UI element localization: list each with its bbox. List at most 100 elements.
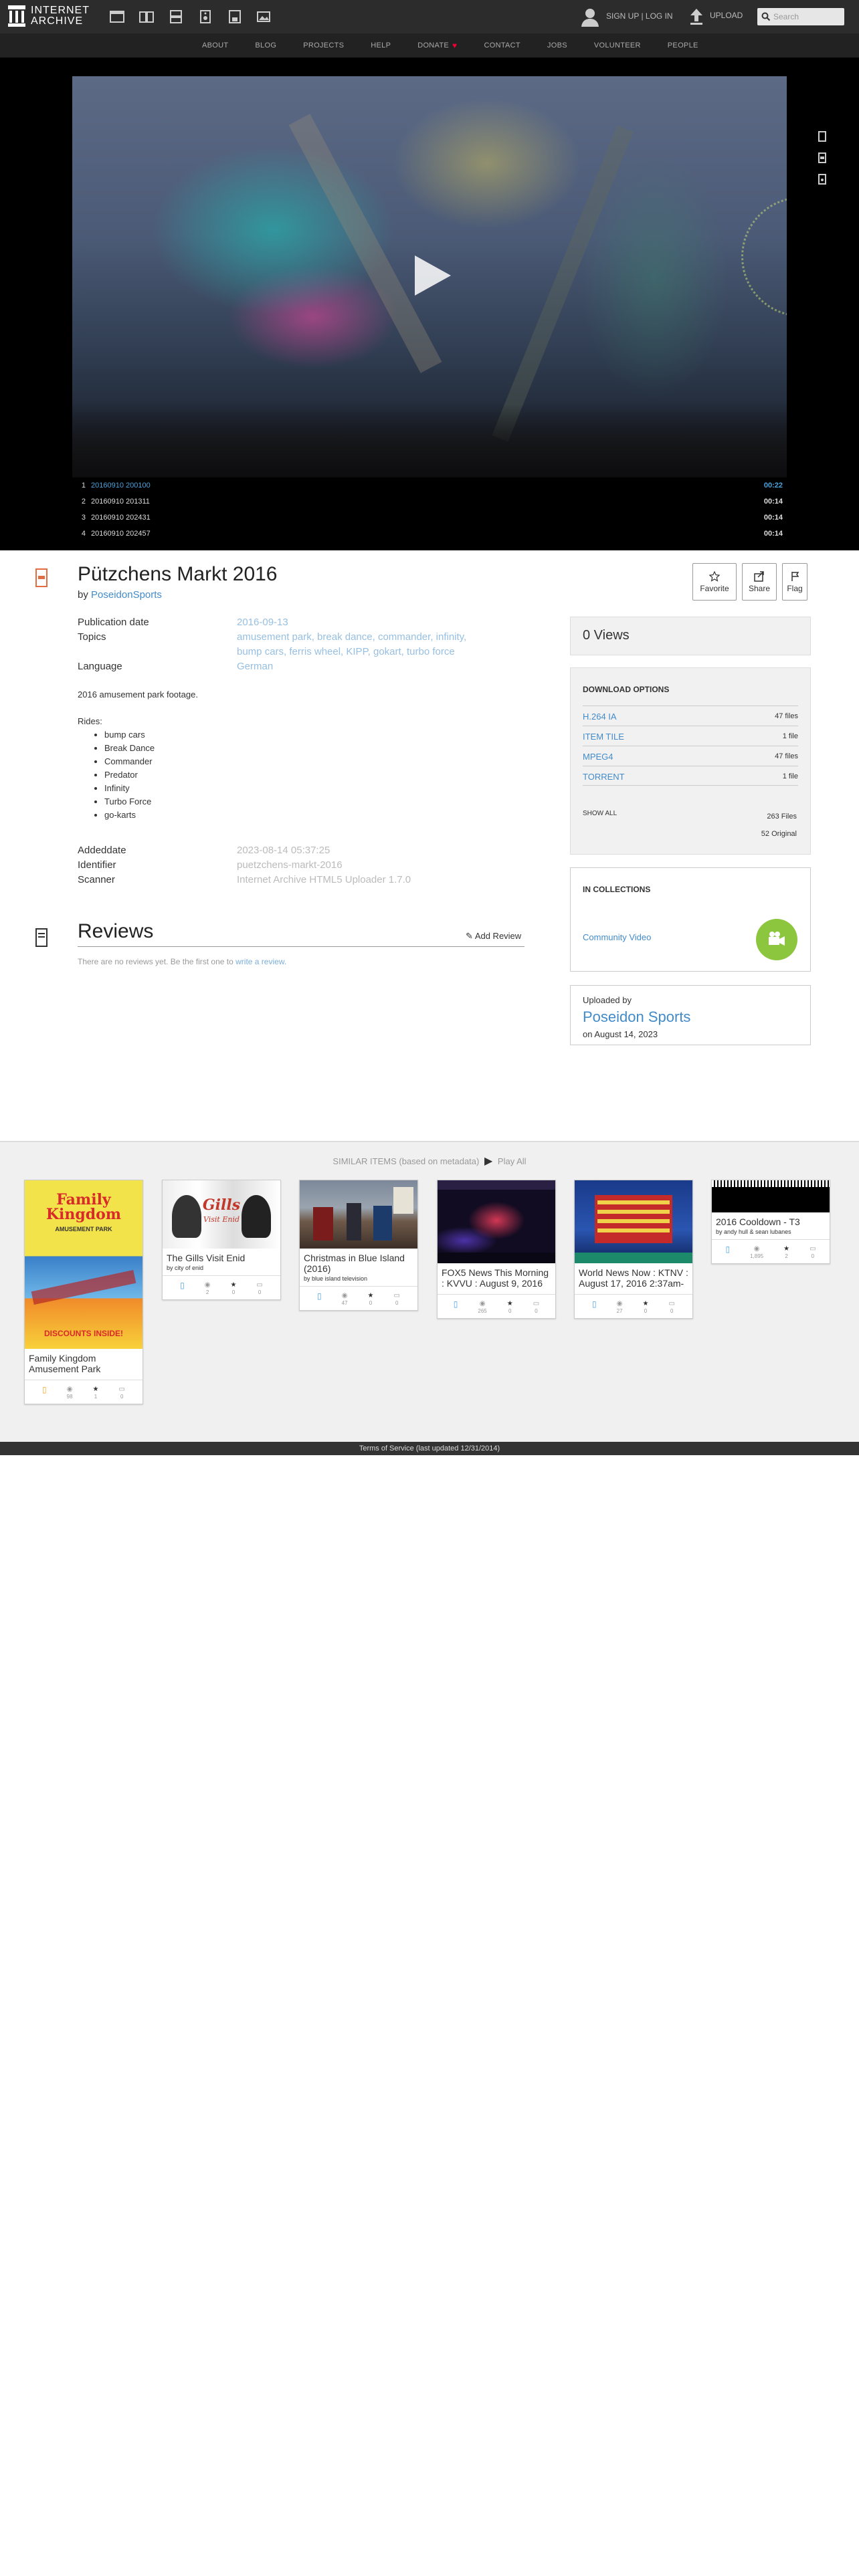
similar-item-tile[interactable]: 2016 Cooldown - T3 by andy hull & sean l… bbox=[711, 1180, 830, 1264]
video-icon[interactable] bbox=[167, 9, 185, 25]
list-view-icon[interactable] bbox=[818, 152, 827, 163]
nav-jobs[interactable]: JOBS bbox=[547, 41, 567, 50]
reviews-value: 0 bbox=[120, 1394, 124, 1400]
download-row[interactable]: ITEM TILE 1 file bbox=[583, 726, 798, 746]
nav-people[interactable]: PEOPLE bbox=[668, 41, 698, 50]
web-icon[interactable] bbox=[108, 9, 126, 25]
nav-about[interactable]: ABOUT bbox=[202, 41, 228, 50]
views-value: 1,895 bbox=[750, 1253, 764, 1259]
similar-item-tile[interactable]: Family Kingdom AMUSEMENT PARK DISCOUNTS … bbox=[24, 1180, 143, 1404]
secondary-nav: ABOUT BLOG PROJECTS HELP DONATE ♥ CONTACT… bbox=[0, 33, 859, 58]
similar-item-tile[interactable]: Gills Visit Enid The Gills Visit Enid by… bbox=[162, 1180, 281, 1300]
identifier-value: puetzchens-markt-2016 bbox=[237, 859, 343, 871]
favorites-stat: ★ 0 bbox=[368, 1292, 374, 1306]
upload-icon[interactable] bbox=[689, 7, 704, 26]
similar-item-tile[interactable]: Christmas in Blue Island (2016) by blue … bbox=[299, 1180, 418, 1311]
nav-blog[interactable]: BLOG bbox=[255, 41, 276, 50]
views-stat: ◉ 98 bbox=[67, 1386, 73, 1400]
play-all-icon[interactable]: ▶ bbox=[484, 1156, 492, 1167]
nav-donate[interactable]: DONATE ♥ bbox=[417, 41, 457, 50]
creator-link[interactable]: PoseidonSports bbox=[91, 589, 162, 601]
nav-help[interactable]: HELP bbox=[371, 41, 391, 50]
archive-building-icon bbox=[8, 5, 25, 27]
list-item: go-karts bbox=[104, 809, 198, 822]
publication-date-label: Publication date bbox=[78, 617, 149, 628]
media-type-stat: ▯ bbox=[454, 1300, 458, 1314]
favorite-button[interactable]: Favorite bbox=[692, 563, 737, 601]
user-avatar-icon[interactable] bbox=[579, 6, 601, 27]
tile-byline: by city of enid bbox=[167, 1265, 204, 1271]
nav-contact[interactable]: CONTACT bbox=[484, 41, 520, 50]
favorites-stat: ★ 0 bbox=[643, 1300, 649, 1314]
comment-icon: ▭ bbox=[533, 1300, 540, 1307]
download-options-panel: DOWNLOAD OPTIONS H.264 IA 47 files ITEM … bbox=[570, 667, 811, 855]
reviews-heading: Reviews bbox=[78, 920, 154, 942]
similar-item-tile[interactable]: World News Now : KTNV : August 17, 2016 … bbox=[574, 1180, 693, 1319]
topics-line-2[interactable]: bump cars, ferris wheel, KIPP, gokart, t… bbox=[237, 645, 455, 659]
playlist-item[interactable]: 4 20160910 202457 00:14 bbox=[72, 526, 787, 542]
tile-byline: by blue island television bbox=[304, 1275, 368, 1282]
terms-of-service-link[interactable]: Terms of Service (last updated 12/31/201… bbox=[0, 1444, 859, 1453]
playlist-item[interactable]: 1 20160910 200100 00:22 bbox=[72, 477, 787, 494]
scanner-label: Scanner bbox=[78, 874, 115, 885]
language-value[interactable]: German bbox=[237, 659, 273, 674]
download-format[interactable]: TORRENT bbox=[583, 772, 625, 782]
thumb-text: Kingdom bbox=[45, 1206, 122, 1223]
search-icon[interactable] bbox=[761, 12, 771, 21]
search-input[interactable] bbox=[773, 10, 840, 23]
share-button[interactable]: Share bbox=[742, 563, 777, 601]
collection-link[interactable]: Community Video bbox=[583, 932, 651, 942]
collection-badge[interactable] bbox=[756, 919, 797, 960]
similar-item-tile[interactable]: FOX5 News This Morning : KVVU : August 9… bbox=[437, 1180, 556, 1319]
list-item: bump cars bbox=[104, 728, 198, 742]
nav-projects[interactable]: PROJECTS bbox=[303, 41, 344, 50]
download-row[interactable]: H.264 IA 47 files bbox=[583, 706, 798, 726]
tile-title: 2016 Cooldown - T3 bbox=[716, 1216, 800, 1227]
download-format[interactable]: MPEG4 bbox=[583, 752, 613, 762]
internet-archive-logo[interactable]: INTERNET ARCHIVE bbox=[8, 5, 90, 27]
video-frame[interactable] bbox=[72, 76, 787, 477]
images-icon[interactable] bbox=[256, 9, 273, 25]
views-value: 47 bbox=[341, 1300, 348, 1306]
reviews-empty-note: There are no reviews yet. Be the first o… bbox=[78, 957, 286, 966]
topics-line-1[interactable]: amusement park, break dance, commander, … bbox=[237, 630, 466, 645]
video-player-area: 1 20160910 200100 00:22 2 20160910 20131… bbox=[0, 58, 859, 550]
tile-title: The Gills Visit Enid bbox=[167, 1253, 246, 1263]
favorites-value: 2 bbox=[785, 1253, 788, 1259]
write-review-link[interactable]: write a review. bbox=[235, 957, 286, 966]
uploader-link[interactable]: Poseidon Sports bbox=[583, 1008, 690, 1026]
uploader-panel: Uploaded by Poseidon Sports on August 14… bbox=[570, 985, 811, 1045]
addeddate-value: 2023-08-14 05:37:25 bbox=[237, 845, 330, 856]
download-row[interactable]: TORRENT 1 file bbox=[583, 766, 798, 786]
play-icon[interactable] bbox=[412, 254, 452, 297]
audio-mode-icon[interactable] bbox=[818, 174, 827, 185]
share-icon bbox=[754, 570, 764, 582]
signup-login-link[interactable]: SIGN UP | LOG IN bbox=[606, 11, 673, 21]
theater-mode-icon[interactable] bbox=[818, 131, 827, 142]
add-review-button[interactable]: ✎ Add Review bbox=[466, 931, 521, 942]
nav-volunteer[interactable]: VOLUNTEER bbox=[594, 41, 641, 50]
show-all-link[interactable]: SHOW ALL bbox=[583, 810, 617, 817]
download-row[interactable]: MPEG4 47 files bbox=[583, 746, 798, 766]
tile-title: FOX5 News This Morning : KVVU : August 9… bbox=[442, 1267, 549, 1289]
list-item: Predator bbox=[104, 768, 198, 782]
download-format[interactable]: ITEM TILE bbox=[583, 732, 624, 742]
publication-date-value[interactable]: 2016-09-13 bbox=[237, 615, 288, 630]
software-icon[interactable] bbox=[226, 9, 244, 25]
flag-label: Flag bbox=[787, 583, 803, 593]
playlist-item[interactable]: 2 20160910 201311 00:14 bbox=[72, 494, 787, 510]
audio-icon[interactable] bbox=[197, 9, 214, 25]
texts-icon[interactable] bbox=[138, 9, 155, 25]
item-actions: Favorite Share Flag bbox=[692, 563, 807, 601]
views-stat: ◉ 1,895 bbox=[750, 1245, 763, 1259]
reviews-value: 0 bbox=[258, 1289, 262, 1295]
upload-link[interactable]: UPLOAD bbox=[710, 11, 743, 20]
playlist-item[interactable]: 3 20160910 202431 00:14 bbox=[72, 510, 787, 526]
thumbnail bbox=[438, 1180, 555, 1263]
download-format[interactable]: H.264 IA bbox=[583, 712, 617, 722]
heart-icon: ♥ bbox=[452, 41, 458, 50]
play-all-link[interactable]: Play All bbox=[498, 1156, 527, 1166]
uploaded-by-label: Uploaded by bbox=[583, 995, 632, 1005]
original-files: 52 Original bbox=[761, 830, 797, 838]
flag-button[interactable]: Flag bbox=[782, 563, 807, 601]
